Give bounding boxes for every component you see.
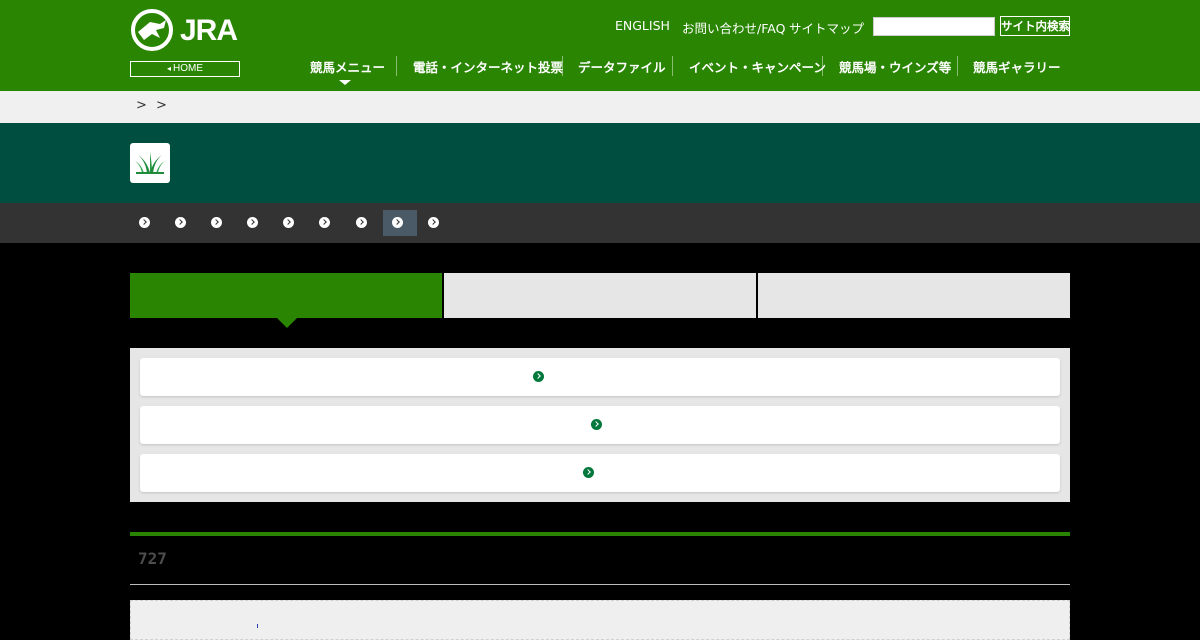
gnav-divider — [562, 56, 563, 76]
gnav-gallery[interactable]: 競馬ギャラリー — [973, 57, 1061, 76]
caret-down-icon — [339, 80, 351, 85]
tab[interactable] — [758, 273, 1070, 318]
subnav-item[interactable] — [345, 210, 379, 236]
circle-chevron-right-icon — [428, 217, 439, 228]
tab[interactable] — [444, 273, 756, 318]
tab-pointer-icon — [277, 318, 297, 328]
gnav-keiba-menu[interactable]: 競馬メニュー — [310, 57, 385, 76]
link-list-item[interactable] — [140, 406, 1060, 444]
turf-grass-icon-svg — [135, 152, 165, 174]
home-label: HOME — [173, 63, 203, 74]
section-divider — [130, 584, 1070, 585]
gnav-events[interactable]: イベント・キャンペーン — [689, 57, 826, 76]
circle-chevron-right-icon — [139, 217, 150, 228]
text-cursor-mark — [257, 624, 258, 628]
circle-chevron-right-icon — [533, 371, 544, 382]
subnav-item[interactable] — [164, 210, 198, 236]
circle-chevron-right-icon — [356, 217, 367, 228]
breadcrumb: > > — [0, 91, 1200, 123]
site-search-input[interactable] — [873, 17, 995, 36]
subnav-item[interactable] — [272, 210, 306, 236]
breadcrumb-separator: > — [156, 98, 167, 113]
link-list-item[interactable] — [140, 454, 1060, 492]
link-list-panel — [130, 348, 1070, 502]
gnav-racecourses[interactable]: 競馬場・ウインズ等 — [839, 57, 951, 76]
gnav-divider — [822, 56, 823, 76]
circle-chevron-right-icon — [591, 419, 602, 430]
breadcrumb-separator: > — [136, 98, 147, 113]
subnav-item[interactable] — [236, 210, 270, 236]
sitemap-link[interactable]: サイトマップ — [789, 18, 864, 37]
page-title-band — [0, 123, 1200, 203]
gnav-voting[interactable]: 電話・インターネット投票 — [413, 57, 563, 76]
circle-chevron-right-icon — [392, 217, 403, 228]
circle-chevron-right-icon — [583, 467, 594, 478]
turf-grass-icon — [130, 143, 170, 183]
circle-chevron-right-icon — [211, 217, 222, 228]
content-box — [130, 600, 1070, 640]
site-search-button[interactable]: サイト内検索 — [1000, 16, 1070, 36]
subnav-item[interactable] — [417, 210, 451, 236]
tab-active[interactable] — [130, 273, 442, 318]
gnav-divider — [672, 56, 673, 76]
gnav-datafile[interactable]: データファイル — [578, 57, 666, 76]
sub-navigation — [0, 203, 1200, 243]
circle-chevron-right-icon — [319, 217, 330, 228]
subnav-item[interactable] — [128, 210, 162, 236]
subnav-item[interactable] — [200, 210, 234, 236]
link-list-item[interactable] — [140, 358, 1060, 396]
circle-chevron-right-icon — [175, 217, 186, 228]
jra-logo[interactable]: JRA — [130, 8, 240, 52]
site-header: JRA ◂ HOME ENGLISH お問い合わせ/FAQ サイトマップ サイト内… — [0, 0, 1200, 91]
logo-text: JRA — [180, 14, 238, 47]
home-button[interactable]: ◂ HOME — [130, 61, 240, 77]
faq-link[interactable]: お問い合わせ/FAQ — [682, 18, 785, 37]
gnav-divider — [957, 56, 958, 76]
subnav-item-active[interactable] — [383, 210, 417, 236]
circle-chevron-right-icon — [283, 217, 294, 228]
circle-chevron-right-icon — [247, 217, 258, 228]
jra-horse-logo-icon — [131, 9, 173, 51]
section-top-border — [130, 532, 1070, 536]
subnav-item[interactable] — [308, 210, 342, 236]
english-link[interactable]: ENGLISH — [615, 18, 670, 33]
chevron-left-icon: ◂ — [166, 64, 171, 73]
result-count: 727 — [138, 549, 167, 568]
gnav-divider — [396, 56, 397, 76]
